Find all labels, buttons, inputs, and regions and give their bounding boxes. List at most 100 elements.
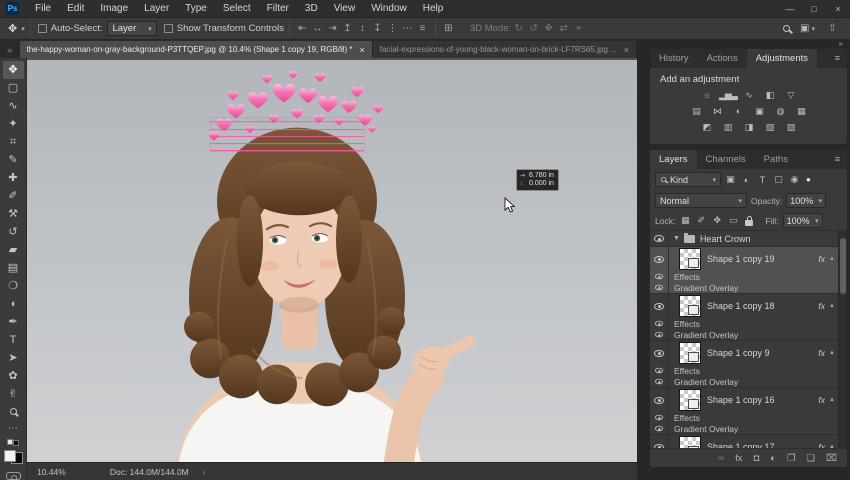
foreground-color-swatch[interactable] <box>4 450 16 462</box>
collapse-effects-icon[interactable]: ▲ <box>825 397 839 403</box>
tool-path-selection[interactable]: ➤ <box>3 349 24 367</box>
visibility-eye-icon[interactable] <box>650 376 669 387</box>
edit-toolbar-icon[interactable]: ⋯ <box>8 423 18 434</box>
align-icon-align-left-edges[interactable]: ⇤ <box>295 23 310 34</box>
layer-group-row[interactable]: ▼ Heart Crown <box>650 231 847 247</box>
quick-mask-button[interactable] <box>6 472 21 480</box>
gradient-overlay-row[interactable]: Gradient Overlay <box>650 423 847 434</box>
3d-mode-icon-3d-pan[interactable]: ✥ <box>541 23 556 34</box>
visibility-eye-icon[interactable] <box>650 247 669 271</box>
effects-row[interactable]: Effects <box>650 318 847 329</box>
layers-action-new-layer[interactable]: ❏ <box>807 453 816 464</box>
dock-collapse-icon[interactable]: » <box>650 40 847 49</box>
align-icon-align-top-edges[interactable]: ↥ <box>340 23 355 34</box>
align-icon-distribute-spacing[interactable]: ≡ <box>415 23 430 34</box>
adjustment-icon-curves[interactable]: ∿ <box>740 89 757 102</box>
layer-row-shape-1-copy-19[interactable]: Shape 1 copy 19 fx ▲ Effects Gradient Ov… <box>650 247 847 294</box>
lock-icon-lock-transparent-pixels[interactable]: ▦ <box>679 215 691 226</box>
layer-filter-icon-filter-shape-layers[interactable]: ▢ <box>772 174 785 185</box>
group-expand-icon[interactable]: ▼ <box>673 235 680 242</box>
adjustment-icon-black-white[interactable]: ◐ <box>730 105 747 118</box>
tool-dodge[interactable]: ◖ <box>3 295 24 313</box>
adjustment-icon-levels[interactable]: ▂▅▃ <box>719 89 736 102</box>
collapse-effects-icon[interactable]: ▲ <box>825 350 839 356</box>
lock-icon-lock-image-pixels[interactable]: ✐ <box>695 215 707 226</box>
scrollbar-thumb[interactable] <box>840 238 846 294</box>
maximize-button[interactable]: □ <box>802 0 826 18</box>
blend-mode-dropdown[interactable]: Normal ▾ <box>655 193 747 208</box>
visibility-eye-icon[interactable] <box>650 231 669 246</box>
align-icon-align-bottom-edges[interactable]: ↧ <box>370 23 385 34</box>
tool-quick-selection[interactable]: ✦ <box>3 115 24 133</box>
layer-filter-icon-filter-pixel-layers[interactable]: ▣ <box>724 174 737 185</box>
document-canvas[interactable] <box>27 60 637 462</box>
adjustment-icon-posterize[interactable]: ▥ <box>719 121 736 134</box>
panel-tab-paths[interactable]: Paths <box>755 150 797 169</box>
align-icon-align-right-edges[interactable]: ⇥ <box>325 23 340 34</box>
gradient-overlay-row[interactable]: Gradient Overlay <box>650 282 847 293</box>
layers-action-layer-style-fx[interactable]: fx <box>735 453 742 464</box>
panel-tab-history[interactable]: History <box>650 49 698 68</box>
align-icon-distribute-horizontal[interactable]: ⋯ <box>400 23 415 34</box>
show-transform-checkbox[interactable] <box>164 24 173 33</box>
filter-toggle-icon[interactable]: ● <box>806 175 811 184</box>
visibility-eye-icon[interactable] <box>650 412 669 423</box>
adjustment-icon-brightness-contrast[interactable]: ☼ <box>698 89 715 102</box>
lock-icon-lock-artboard[interactable]: ▭ <box>727 215 739 226</box>
tool-type[interactable]: T <box>3 331 24 349</box>
close-button[interactable]: × <box>826 0 850 18</box>
align-icon-distribute-vertical[interactable]: ⋮ <box>385 23 400 34</box>
visibility-eye-icon[interactable] <box>650 365 669 376</box>
adjustment-icon-color-balance[interactable]: ⋈ <box>709 105 726 118</box>
tool-clone-stamp[interactable]: ⚒ <box>3 205 24 223</box>
tool-custom-shape[interactable]: ✿ <box>3 367 24 385</box>
tool-rectangular-marquee[interactable]: ▢ <box>3 79 24 97</box>
menu-item[interactable]: Filter <box>259 0 297 18</box>
filter-kind-dropdown[interactable]: Kind ▾ <box>655 172 721 187</box>
adjustment-icon-channel-mixer[interactable]: ◍ <box>772 105 789 118</box>
menu-item[interactable]: Layer <box>136 0 177 18</box>
auto-align-icon[interactable]: ⊞ <box>441 23 456 34</box>
tool-eraser[interactable]: ▰ <box>3 241 24 259</box>
collapse-effects-icon[interactable]: ▲ <box>825 303 839 309</box>
gradient-overlay-row[interactable]: Gradient Overlay <box>650 329 847 340</box>
layer-row-shape-1-copy-18[interactable]: Shape 1 copy 18 fx ▲ Effects Gradient Ov… <box>650 294 847 341</box>
adjustment-icon-vibrance[interactable]: ▽ <box>782 89 799 102</box>
collapse-effects-icon[interactable]: ▲ <box>825 256 839 262</box>
adjustment-icon-selective-color[interactable]: ▨ <box>782 121 799 134</box>
panel-menu-icon[interactable]: ≡ <box>828 150 847 169</box>
panel-menu-icon[interactable]: ≡ <box>828 49 847 68</box>
layer-thumbnail[interactable] <box>679 436 701 448</box>
visibility-eye-icon[interactable] <box>650 318 669 329</box>
layers-action-new-adjustment-layer[interactable]: ◐ <box>770 453 776 464</box>
panel-tab-adjustments[interactable]: Adjustments <box>747 49 817 68</box>
workspace-switcher[interactable]: ▣▾ <box>800 23 815 34</box>
search-icon[interactable] <box>783 25 790 32</box>
panel-tab-channels[interactable]: Channels <box>697 150 755 169</box>
adjustment-icon-color-lookup[interactable]: ▦ <box>793 105 810 118</box>
menu-item[interactable]: View <box>326 0 364 18</box>
layer-filter-icon-filter-smart-objects[interactable]: ◉ <box>788 174 801 185</box>
menu-item[interactable]: File <box>27 0 59 18</box>
layer-thumbnail[interactable] <box>679 342 701 364</box>
visibility-eye-icon[interactable] <box>650 271 669 282</box>
adjustment-icon-hue-saturation[interactable]: ▤ <box>688 105 705 118</box>
panel-tab-actions[interactable]: Actions <box>698 49 747 68</box>
visibility-eye-icon[interactable] <box>650 282 669 293</box>
layer-filter-icon-filter-adjustment-layers[interactable]: ◐ <box>740 175 753 185</box>
tool-zoom[interactable] <box>3 403 24 421</box>
tab-close-icon[interactable]: × <box>624 45 629 55</box>
tool-move[interactable]: ✥ <box>3 61 24 79</box>
3d-mode-icon-3d-roll[interactable]: ↺ <box>526 23 541 34</box>
tab-close-icon[interactable]: × <box>359 45 364 55</box>
3d-mode-icon-3d-zoom[interactable]: ⌖ <box>571 23 586 34</box>
adjustment-icon-gradient-map[interactable]: ▧ <box>761 121 778 134</box>
layers-action-link-layers[interactable]: ∞ <box>717 453 724 464</box>
layer-row-shape-1-copy-17[interactable]: Shape 1 copy 17 fx ▲ <box>650 435 847 448</box>
zoom-level-field[interactable]: 10.44% <box>37 467 66 477</box>
default-colors-icon[interactable] <box>7 439 19 446</box>
auto-select-checkbox[interactable] <box>38 24 47 33</box>
tool-preset-caret-icon[interactable]: ▾ <box>21 25 25 33</box>
tool-hand[interactable]: ✌ <box>3 385 24 403</box>
minimize-button[interactable]: — <box>778 0 802 18</box>
